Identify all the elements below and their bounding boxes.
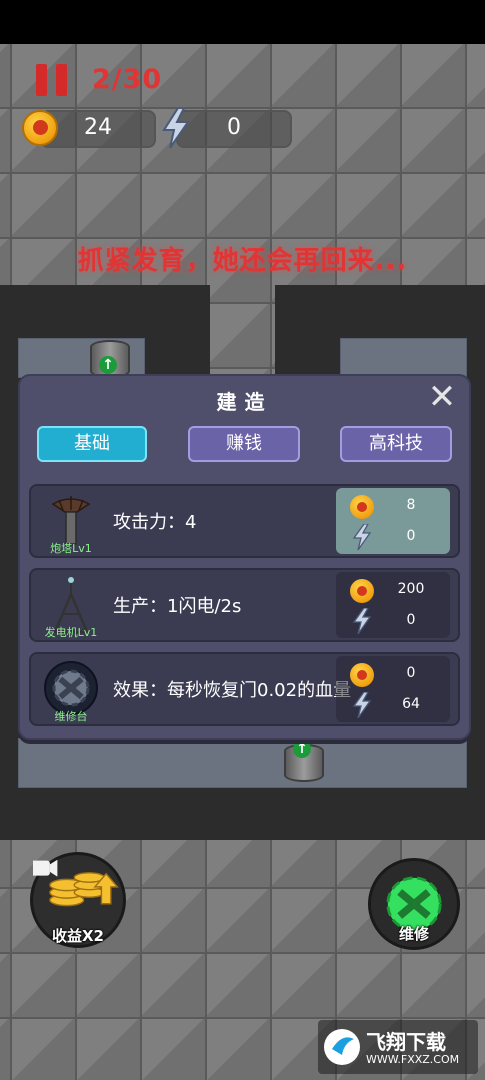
build-item-repair[interactable]: 维修台 效果：每秒恢复门0.02的血量 0 64	[29, 652, 460, 726]
coin-icon	[350, 495, 374, 519]
repair-label: 维修	[398, 925, 429, 943]
build-panel: 建造 ✕ 基础 赚钱 高科技 炮塔Lv1 攻击力：4 8 0 发电机Lv1 生产…	[18, 374, 471, 740]
item-name: 发电机Lv1	[44, 626, 98, 639]
coin-cost: 200	[397, 581, 425, 597]
tab-basic[interactable]: 基础	[37, 426, 147, 462]
lightning-icon	[352, 608, 372, 634]
watermark-url: WWW.FXXZ.COM	[366, 1053, 460, 1066]
lightning-icon	[352, 692, 372, 718]
item-desc: 效果：每秒恢复门0.02的血量	[113, 680, 352, 701]
upgrade-arrow-icon: ↑	[99, 356, 117, 374]
warning-banner: 抓紧发育，她还会再回来...	[77, 246, 408, 276]
energy-cost: 0	[406, 612, 416, 628]
energy-cost: 0	[406, 528, 416, 544]
repair-button[interactable]: 维修	[368, 858, 460, 950]
tab-hightech[interactable]: 高科技	[340, 426, 452, 462]
energy-cost: 64	[402, 696, 420, 712]
cost-box: 8 0	[336, 488, 450, 554]
watermark: 飞翔下载 WWW.FXXZ.COM	[318, 1020, 478, 1074]
item-desc: 攻击力：4	[113, 512, 197, 533]
pause-bar-right	[56, 64, 67, 96]
coin-cost: 0	[406, 665, 416, 681]
pause-button[interactable]	[36, 64, 70, 96]
close-button[interactable]: ✕	[427, 380, 457, 414]
coin-icon	[350, 579, 374, 603]
item-desc: 生产：1闪电/2s	[113, 596, 242, 617]
status-bar	[0, 0, 485, 44]
panel-title: 建造	[216, 390, 273, 414]
lightning-icon	[162, 108, 190, 148]
floor-strip-right	[340, 338, 467, 378]
cost-box: 200 0	[336, 572, 450, 638]
tab-earn[interactable]: 赚钱	[188, 426, 300, 462]
lightning-icon	[352, 524, 372, 550]
item-name: 炮塔Lv1	[50, 542, 92, 555]
coin-cost: 8	[406, 497, 416, 513]
income-x2-button[interactable]: 收益X2	[30, 852, 126, 948]
income-x2-label: 收益X2	[51, 927, 104, 945]
watermark-logo-icon	[324, 1029, 360, 1065]
wave-counter: 2/30	[92, 64, 163, 95]
floor-strip-bottom	[18, 738, 467, 788]
build-item-turret[interactable]: 炮塔Lv1 攻击力：4 8 0	[29, 484, 460, 558]
cost-box: 0 64	[336, 656, 450, 722]
coin-icon	[22, 110, 58, 146]
energy-value: 0	[227, 115, 241, 140]
build-item-generator[interactable]: 发电机Lv1 生产：1闪电/2s 200 0	[29, 568, 460, 642]
item-name: 维修台	[54, 710, 88, 723]
pause-bar-left	[36, 64, 47, 96]
coin-value: 24	[84, 115, 112, 140]
watermark-title: 飞翔下载	[366, 1030, 446, 1054]
upgrade-arrow-icon: ↑	[293, 740, 311, 758]
coin-icon	[350, 663, 374, 687]
energy-counter: 0	[176, 110, 292, 148]
